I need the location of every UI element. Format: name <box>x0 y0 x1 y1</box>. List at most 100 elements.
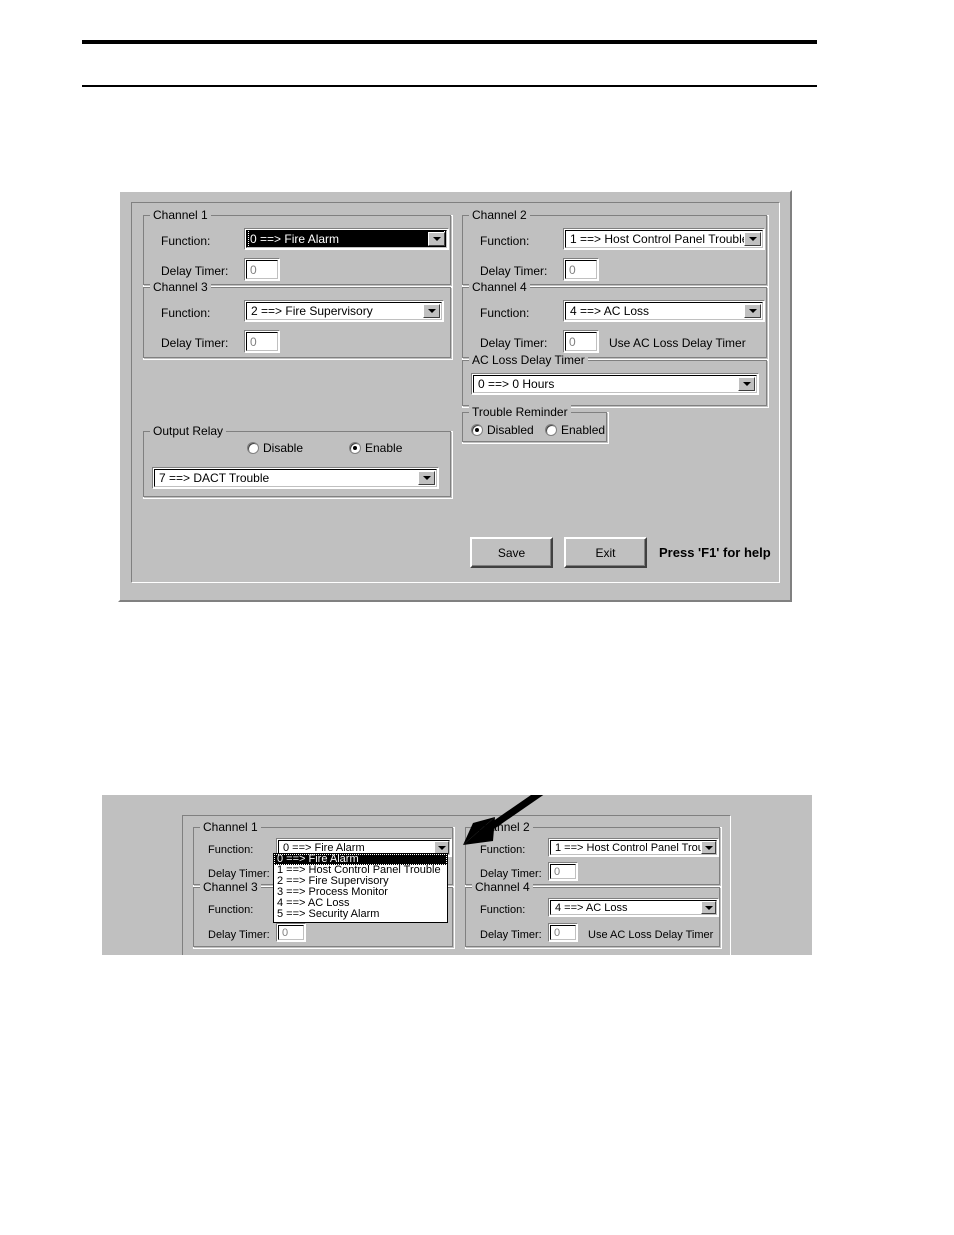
channel-3-delay-timer-input[interactable]: 0 <box>244 330 280 353</box>
group-channel-1-title-bottom: Channel 1 <box>200 820 261 834</box>
channel-4-delay-timer-value-bottom: 0 <box>554 926 561 939</box>
group-output-relay-title: Output Relay <box>150 424 227 438</box>
channel-1-delay-label: Delay Timer: <box>161 264 229 278</box>
channel-4-delay-timer-field: 0 <box>565 332 597 351</box>
channel-4-delay-timer-input[interactable]: 0 <box>563 330 599 353</box>
trouble-reminder-enabled-label: Enabled <box>561 423 606 437</box>
channel-3-function-label-bottom: Function: <box>208 904 254 916</box>
channel-3-function-combo-field: 2 ==> Fire Supervisory <box>246 302 442 320</box>
ac-loss-delay-timer-combo[interactable]: 0 ==> 0 Hours <box>471 373 759 395</box>
channel-4-function-combo-bottom[interactable]: 4 ==> AC Loss <box>548 898 719 917</box>
channel-4-delay-timer-value: 0 <box>569 334 576 349</box>
output-relay-combo[interactable]: 7 ==> DACT Trouble <box>152 467 439 489</box>
group-channel-2: Channel 2 Function: 1 ==> Host Control P… <box>462 208 769 287</box>
channel-4-function-value: 4 ==> AC Loss <box>570 304 650 318</box>
channel-4-delay-timer-input-bottom[interactable]: 0 <box>548 923 578 942</box>
group-channel-3: Channel 3 Function: 2 ==> Fire Superviso… <box>143 280 453 360</box>
group-channel-3-title: Channel 3 <box>150 280 211 294</box>
channel-4-function-combo-field-bottom: 4 ==> AC Loss <box>550 900 717 915</box>
header-rule-thin <box>82 85 817 87</box>
group-channel-1: Channel 1 Function: 0 ==> Fire Alarm Del… <box>143 208 453 287</box>
group-channel-2-title-bottom: Channel 2 <box>472 820 533 834</box>
ac-loss-delay-timer-combo-field: 0 ==> 0 Hours <box>473 375 757 393</box>
channel-3-delay-timer-input-bottom[interactable]: 0 <box>276 923 306 942</box>
channel-2-function-value: 1 ==> Host Control Panel Trouble <box>570 232 749 246</box>
channel-2-delay-timer-value-bottom: 0 <box>554 865 561 878</box>
radio-dot-icon <box>349 442 361 454</box>
radio-dot-icon <box>247 442 259 454</box>
channel-1-function-combo[interactable]: 0 ==> Fire Alarm <box>244 228 449 250</box>
channel-1-function-label-bottom: Function: <box>208 844 254 856</box>
channel-4-function-combo-field: 4 ==> AC Loss <box>565 302 763 320</box>
group-channel-3-title-bottom: Channel 3 <box>200 880 261 894</box>
channel-2-function-combo-field: 1 ==> Host Control Panel Trouble <box>565 230 763 248</box>
channel-1-delay-timer-value: 0 <box>250 262 257 277</box>
group-channel-1-title: Channel 1 <box>150 208 211 222</box>
channel-4-delay-note-bottom: Use AC Loss Delay Timer <box>588 929 714 941</box>
trouble-reminder-radio-enabled[interactable]: Enabled <box>545 423 605 437</box>
group-channel-4: Channel 4 Function: 4 ==> AC Loss Delay … <box>462 280 769 360</box>
dialog-client-area: Channel 1 Function: 0 ==> Fire Alarm Del… <box>131 202 780 583</box>
channel-2-function-combo-bottom[interactable]: 1 ==> Host Control Panel Trouble <box>548 838 719 857</box>
save-button[interactable]: Save <box>470 537 553 568</box>
group-ac-loss-delay-timer-title: AC Loss Delay Timer <box>469 353 588 367</box>
group-channel-4-bottom: Channel 4 Function: 4 ==> AC Loss Delay … <box>465 880 722 949</box>
channel-4-function-label: Function: <box>480 306 530 320</box>
channel-3-delay-timer-value-bottom: 0 <box>282 926 289 939</box>
channel-2-delay-label-bottom: Delay Timer: <box>480 868 542 880</box>
output-relay-radio-disable[interactable]: Disable <box>247 441 303 455</box>
ac-loss-delay-timer-value: 0 ==> 0 Hours <box>478 377 555 391</box>
channel-3-delay-timer-field-bottom: 0 <box>278 925 304 940</box>
channel-2-function-combo[interactable]: 1 ==> Host Control Panel Trouble <box>563 228 765 250</box>
dialog-client-area-bottom: Channel 1 Function: 0 ==> Fire Alarm Del… <box>182 815 731 955</box>
group-channel-2-bottom: Channel 2 Function: 1 ==> Host Control P… <box>465 820 722 887</box>
channel-2-function-combo-field-bottom: 1 ==> Host Control Panel Trouble <box>550 840 717 855</box>
exit-button-label: Exit <box>595 545 616 560</box>
channel-2-delay-label: Delay Timer: <box>480 264 548 278</box>
save-button-label: Save <box>497 545 526 560</box>
radio-dot-icon <box>545 424 557 436</box>
channel-2-function-value-bottom: 1 ==> Host Control Panel Trouble <box>555 841 717 854</box>
chevron-down-icon[interactable] <box>744 232 761 246</box>
chevron-down-icon[interactable] <box>428 232 445 246</box>
header-rule-thick <box>82 40 817 44</box>
function-dropdown-option[interactable]: 5 ==> Security Alarm <box>274 909 447 920</box>
channel-1-delay-label-bottom: Delay Timer: <box>208 868 270 880</box>
channel-4-delay-label-bottom: Delay Timer: <box>480 929 542 941</box>
channel-2-delay-timer-input-bottom[interactable]: 0 <box>548 862 578 881</box>
trouble-reminder-radio-disabled[interactable]: Disabled <box>471 423 534 437</box>
function-dropdown-list[interactable]: 0 ==> Fire Alarm 1 ==> Host Control Panel… <box>273 853 448 923</box>
chevron-down-icon[interactable] <box>701 841 716 854</box>
channel-3-function-value: 2 ==> Fire Supervisory <box>251 304 373 318</box>
channel-configuration-dialog-dropdown-open: Channel 1 Function: 0 ==> Fire Alarm Del… <box>102 795 812 955</box>
help-hint-text: Press 'F1' for help <box>659 545 771 560</box>
channel-2-delay-timer-input[interactable]: 0 <box>563 258 599 281</box>
chevron-down-icon[interactable] <box>738 377 755 391</box>
channel-4-function-combo[interactable]: 4 ==> AC Loss <box>563 300 765 322</box>
channel-3-delay-timer-field: 0 <box>246 332 278 351</box>
channel-2-delay-timer-field-bottom: 0 <box>550 864 576 879</box>
group-trouble-reminder: Trouble Reminder Disabled Enabled <box>462 405 609 444</box>
channel-configuration-dialog: Channel 1 Function: 0 ==> Fire Alarm Del… <box>118 190 792 602</box>
chevron-down-icon[interactable] <box>418 471 435 485</box>
channel-1-delay-timer-field: 0 <box>246 260 278 279</box>
channel-3-function-combo[interactable]: 2 ==> Fire Supervisory <box>244 300 444 322</box>
channel-3-function-label: Function: <box>161 306 211 320</box>
output-relay-disable-label: Disable <box>263 441 304 455</box>
group-channel-4-title: Channel 4 <box>469 280 530 294</box>
chevron-down-icon[interactable] <box>744 304 761 318</box>
channel-4-delay-label: Delay Timer: <box>480 336 548 350</box>
trouble-reminder-disabled-label: Disabled <box>487 423 534 437</box>
chevron-down-icon[interactable] <box>701 901 716 914</box>
chevron-down-icon[interactable] <box>423 304 440 318</box>
exit-button[interactable]: Exit <box>564 537 647 568</box>
channel-4-function-label-bottom: Function: <box>480 904 526 916</box>
channel-2-function-label-bottom: Function: <box>480 844 526 856</box>
channel-2-delay-timer-value: 0 <box>569 262 576 277</box>
channel-1-delay-timer-input[interactable]: 0 <box>244 258 280 281</box>
output-relay-radio-enable[interactable]: Enable <box>349 441 402 455</box>
channel-1-function-label: Function: <box>161 234 211 248</box>
output-relay-combo-field: 7 ==> DACT Trouble <box>154 469 437 487</box>
channel-2-function-label: Function: <box>480 234 530 248</box>
channel-3-delay-label: Delay Timer: <box>161 336 229 350</box>
